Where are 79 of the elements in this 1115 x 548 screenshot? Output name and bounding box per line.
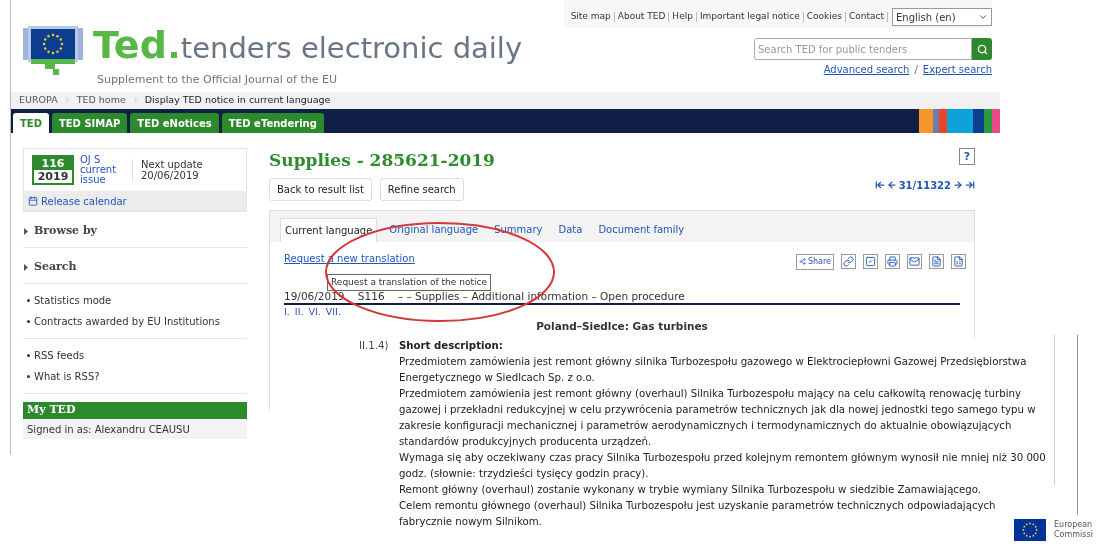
help-button[interactable]: ? — [959, 148, 975, 165]
description-paragraph: Przedmiotem zamówienia jest remont główny silnika Turbozespołu gazowego w Elektrociepłowni Gazowej Przedsiębiorstwa Energetycznego w Siedlcach Sp. z o.o. — [399, 355, 1028, 385]
language-select[interactable]: English (en) — [892, 8, 992, 26]
chevron-down-icon — [978, 12, 988, 22]
pager-count: 31/11322 — [898, 178, 951, 193]
nav-button[interactable]: Refine search — [379, 177, 464, 201]
logo-subtitle: Supplement to the Official Journal of the EU — [97, 72, 338, 88]
description-paragraph: Wymaga się aby oczekiwany czas pracy Silnika Turbozespołu przed kolejnym remontem głównym wynosił nie mniej niż 30 000 godz. (słownie: trzydzieści tysięcy godzin pracy). — [399, 451, 1047, 481]
search-icon — [976, 43, 988, 55]
eu-flag-icon — [1014, 519, 1046, 541]
sidebar-link[interactable]: Statistics mode — [34, 293, 112, 308]
nav-tab[interactable]: TED — [13, 113, 49, 133]
search-button[interactable] — [972, 38, 992, 60]
top-link[interactable]: Cookies — [803, 10, 845, 24]
my-ted-header: My TED — [23, 402, 247, 419]
checkbox-icon[interactable] — [863, 254, 878, 269]
breadcrumb-link[interactable]: Display TED notice in current language — [144, 93, 331, 108]
breadcrumb-link[interactable]: EUROPA — [19, 93, 58, 108]
sidebar-link[interactable]: Contracts awarded by EU Institutions — [34, 314, 220, 329]
logo-title: tenders electronic daily — [180, 34, 523, 63]
description-paragraph: Celem remontu głównego (overhaul) Silnika Turbozespołu jest uzyskanie parametrów technicznych odpowiadających fabrycznie nowym Silnikom. — [399, 499, 997, 529]
section-link[interactable]: I. — [284, 305, 290, 318]
top-link[interactable]: Important legal notice — [696, 10, 803, 24]
print-icon[interactable] — [885, 254, 900, 269]
tooltip: Request a translation of the notice — [327, 274, 491, 291]
bullet-icon — [27, 375, 30, 378]
section-link[interactable]: VII. — [325, 305, 341, 318]
logo-text: Commissi — [1054, 530, 1093, 540]
last-page-icon[interactable] — [965, 180, 975, 190]
section-link[interactable]: VI. — [308, 305, 321, 318]
top-link[interactable]: About TED — [614, 10, 669, 24]
section-link[interactable]: II. — [294, 305, 304, 318]
calendar-icon — [28, 196, 38, 206]
link-separator: / — [914, 63, 918, 77]
top-link[interactable]: Contact — [846, 10, 887, 24]
description-paragraph: Remont główny (overhaul) zostanie wykonany w trybie wymiany Silnika Turbozespołu w siedzibie Zamawiającego. — [399, 483, 982, 497]
top-link[interactable]: Help — [669, 10, 696, 24]
description-label: Short description: — [399, 339, 504, 353]
notice-tab[interactable]: Current language — [280, 217, 378, 242]
search-link[interactable]: Expert search — [922, 62, 992, 77]
search-field[interactable]: Search TED for public tenders — [754, 38, 972, 60]
nav-tab[interactable]: TED eTendering — [221, 113, 324, 133]
previous-icon[interactable] — [886, 180, 897, 190]
disclosure-triangle-icon — [23, 228, 29, 235]
logo-word: Ted — [93, 26, 167, 64]
sidebar-link[interactable]: What is RSS? — [34, 369, 100, 384]
notice-tab[interactable]: Document family — [594, 217, 689, 242]
section-number: II.1.4) — [359, 339, 390, 353]
place-heading: Poland–Siedlce: Gas turbines — [535, 319, 709, 333]
search-link[interactable]: Advanced search — [823, 62, 910, 77]
share-button[interactable]: Share — [795, 253, 834, 270]
notice-tab[interactable]: Original language — [385, 217, 483, 242]
next-icon[interactable] — [953, 180, 963, 190]
bullet-icon — [27, 320, 30, 323]
sidebar-section[interactable]: Search — [23, 248, 247, 284]
bullet-icon — [27, 299, 30, 302]
disclosure-triangle-icon — [23, 264, 29, 271]
issue-badge: 116 2019 — [32, 155, 74, 185]
sidebar-section[interactable]: Browse by — [23, 212, 247, 248]
sidebar-link[interactable]: RSS feeds — [34, 348, 85, 363]
signed-in-text: Signed in as: Alexandru CEAUSU — [27, 423, 190, 437]
notice-tab[interactable]: Data — [554, 217, 587, 242]
document-icon[interactable] — [951, 254, 966, 269]
notice-title: Supplies - 285621-2019 — [269, 149, 495, 172]
description-paragraph: Przedmiotem zamówienia jest remont główny (overhaul) Silnika Turbozespołu mający na celu całkowitą renowację turbiny gazowej i przekładni redukcyjnej w celu przywrócenia parametrów technicznych jak dla nowej jednostki tego samego typu w zakresie konfiguracji mechanicznej i parametrów aerodynamicznych i termodynamicznych do aktualnie obowiązujących standardów produkcyjnych producenta urządzeń. — [399, 387, 1037, 449]
top-link[interactable]: Site map — [567, 10, 614, 24]
first-page-icon[interactable] — [874, 180, 885, 190]
nav-tab[interactable]: TED eNotices — [130, 113, 219, 133]
nav-button[interactable]: Back to result list — [269, 177, 372, 201]
logo-text: European — [1054, 520, 1093, 530]
link-icon[interactable] — [841, 254, 856, 269]
bullet-icon — [27, 354, 30, 357]
mail-icon[interactable] — [907, 254, 922, 269]
next-update: Next update 20/06/2019 — [132, 159, 207, 181]
pdf-icon[interactable] — [929, 254, 944, 269]
nav-tab[interactable]: TED SIMAP — [51, 113, 128, 133]
share-icon — [798, 258, 806, 265]
issue-link[interactable]: OJ S current issue — [80, 155, 126, 185]
breadcrumb-link[interactable]: TED home — [76, 93, 126, 108]
